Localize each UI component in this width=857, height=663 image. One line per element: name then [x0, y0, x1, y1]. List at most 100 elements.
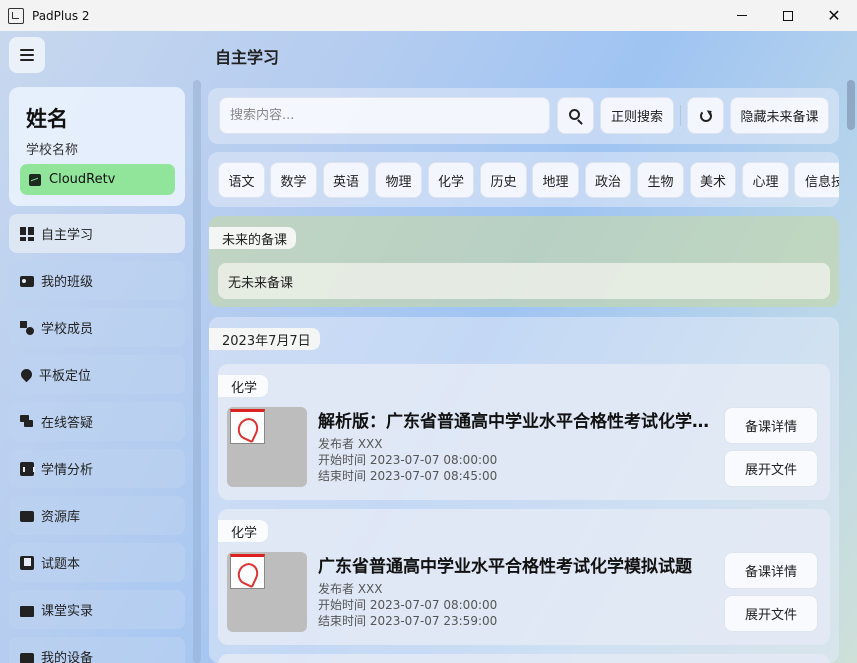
dashboard-icon: [20, 226, 34, 241]
sidebar-item-label: 平板定位: [39, 369, 92, 384]
hide-future-button[interactable]: 隐藏未来备课: [730, 97, 829, 134]
sidebar-item-tablet-location[interactable]: 平板定位: [9, 355, 185, 394]
subject-chip[interactable]: 生物: [637, 162, 684, 198]
expand-files-button[interactable]: 展开文件: [724, 595, 818, 632]
sidebar-item-label: 我的设备: [41, 651, 94, 663]
date-label: 2023年7月7日: [209, 328, 320, 350]
subject-chip[interactable]: 政治: [585, 162, 631, 198]
refresh-icon: [699, 109, 712, 122]
lesson-detail-button[interactable]: 备课详情: [724, 552, 818, 589]
sidebar: 姓名 学校名称 CloudRetv 自主学习 我的班级 学校成员 平板定位 在线…: [9, 87, 185, 663]
close-icon: ✕: [827, 6, 841, 25]
sidebar-item-school-members[interactable]: 学校成员: [9, 308, 185, 347]
sidebar-scrollbar[interactable]: [193, 80, 201, 663]
sidebar-item-analytics[interactable]: 学情分析: [9, 449, 185, 488]
future-lessons-title: 未来的备课: [209, 227, 297, 249]
search-button[interactable]: [557, 97, 594, 134]
sidebar-item-label: 课堂实录: [41, 604, 94, 619]
minimize-button[interactable]: [719, 0, 765, 31]
cloud-retv-label: CloudRetv: [49, 172, 116, 187]
lesson-detail-button[interactable]: 备课详情: [724, 407, 818, 444]
sidebar-item-label: 自主学习: [41, 228, 94, 243]
sidebar-item-question-book[interactable]: 试题本: [9, 543, 185, 582]
sidebar-item-online-qa[interactable]: 在线答疑: [9, 402, 185, 441]
app-icon: [8, 7, 24, 24]
folder-icon: [20, 511, 34, 522]
location-pin-icon: [18, 366, 35, 383]
date-group-card: 2023年7月7日 化学 解析版：广东省普通高中学业水平合格性考试化学模拟试题 …: [209, 317, 839, 663]
device-icon: [20, 653, 34, 663]
toolbar-divider: [680, 105, 681, 126]
sidebar-item-label: 学校成员: [41, 322, 94, 337]
chart-icon: [29, 173, 41, 186]
lesson-start-time: 开始时间 2023-07-07 08:00:00: [318, 598, 498, 612]
cloud-retv-button[interactable]: CloudRetv: [20, 164, 175, 195]
search-icon: [569, 109, 580, 120]
sidebar-item-my-class[interactable]: 我的班级: [9, 261, 185, 300]
maximize-button[interactable]: [765, 0, 811, 31]
school-name: 学校名称: [26, 143, 79, 158]
bar-chart-icon: [20, 461, 35, 476]
future-lessons-empty: 无未来备课: [218, 263, 830, 299]
profile-card: 姓名 学校名称 CloudRetv: [9, 87, 185, 206]
future-lessons-card: 未来的备课 无未来备课: [209, 216, 839, 307]
lesson-card[interactable]: 化学 广东省普通高中学业水平合格性考试化学模拟试题 发布者 XXX 开始时间 2…: [218, 509, 830, 645]
lesson-title: 广东省普通高中学业水平合格性考试化学模拟试题: [318, 557, 692, 577]
lesson-subject: 化学: [218, 375, 269, 397]
subject-chip[interactable]: 历史: [480, 162, 527, 198]
lesson-subject: 化学: [218, 520, 269, 542]
sidebar-item-label: 在线答疑: [41, 416, 94, 431]
pdf-icon: [230, 554, 265, 589]
subject-chip[interactable]: 美术: [690, 162, 736, 198]
window-title: PadPlus 2: [32, 8, 90, 23]
sidebar-item-label: 学情分析: [41, 463, 94, 478]
sidebar-item-label: 资源库: [41, 510, 81, 525]
lesson-start-time: 开始时间 2023-07-07 08:00:00: [318, 453, 498, 467]
subject-chip[interactable]: 化学: [428, 162, 474, 198]
lesson-end-time: 结束时间 2023-07-07 23:59:00: [318, 614, 498, 628]
regex-search-button[interactable]: 正则搜索: [600, 97, 674, 134]
subject-chip[interactable]: 语文: [218, 162, 265, 198]
title-bar: PadPlus 2 ✕: [0, 0, 857, 31]
lesson-title: 解析版：广东省普通高中学业水平合格性考试化学模拟试题: [318, 412, 716, 432]
menu-button[interactable]: [9, 37, 45, 73]
id-card-icon: [20, 276, 34, 287]
lesson-end-time: 结束时间 2023-07-07 08:45:00: [318, 469, 498, 483]
page-title: 自主学习: [215, 48, 280, 67]
shapes-icon: [20, 320, 34, 335]
subject-chip[interactable]: 英语: [323, 162, 369, 198]
sidebar-item-label: 我的班级: [41, 275, 94, 290]
user-name: 姓名: [26, 107, 68, 131]
subject-chip[interactable]: 地理: [532, 162, 579, 198]
subject-chip[interactable]: 数学: [270, 162, 317, 198]
book-icon: [20, 555, 34, 570]
sidebar-item-label: 试题本: [41, 557, 81, 572]
search-input[interactable]: [219, 97, 550, 134]
sidebar-item-class-recordings[interactable]: 课堂实录: [9, 590, 185, 629]
lesson-card[interactable]: 化学 解析版：广东省普通高中学业水平合格性考试化学模拟试题 发布者 XXX 开始…: [218, 364, 830, 500]
close-button[interactable]: ✕: [811, 0, 857, 31]
maximize-icon: [783, 10, 793, 21]
expand-files-button[interactable]: 展开文件: [724, 450, 818, 487]
search-toolbar: 正则搜索 隐藏未来备课: [208, 88, 839, 144]
file-thumbnail[interactable]: [227, 552, 307, 632]
subject-chip[interactable]: 物理: [375, 162, 422, 198]
minimize-icon: [737, 15, 747, 16]
refresh-button[interactable]: [687, 97, 724, 134]
pdf-icon: [230, 409, 265, 444]
hamburger-icon: [20, 49, 34, 61]
subject-filter-bar: 语文 数学 英语 物理 化学 历史 地理 政治 生物 美术 心理 信息技术: [208, 152, 839, 207]
chat-icon: [20, 414, 34, 429]
sidebar-item-my-devices[interactable]: 我的设备: [9, 637, 185, 663]
lesson-card[interactable]: [218, 654, 830, 663]
subject-chip[interactable]: 信息技术: [794, 162, 839, 198]
main-scrollbar[interactable]: [847, 80, 855, 130]
lesson-publisher: 发布者 XXX: [318, 582, 383, 596]
window-controls: ✕: [719, 0, 857, 31]
subject-chip[interactable]: 心理: [742, 162, 789, 198]
sidebar-item-self-study[interactable]: 自主学习: [9, 214, 185, 253]
sidebar-item-resources[interactable]: 资源库: [9, 496, 185, 535]
lesson-publisher: 发布者 XXX: [318, 437, 383, 451]
clapperboard-icon: [20, 606, 34, 617]
file-thumbnail[interactable]: [227, 407, 307, 487]
